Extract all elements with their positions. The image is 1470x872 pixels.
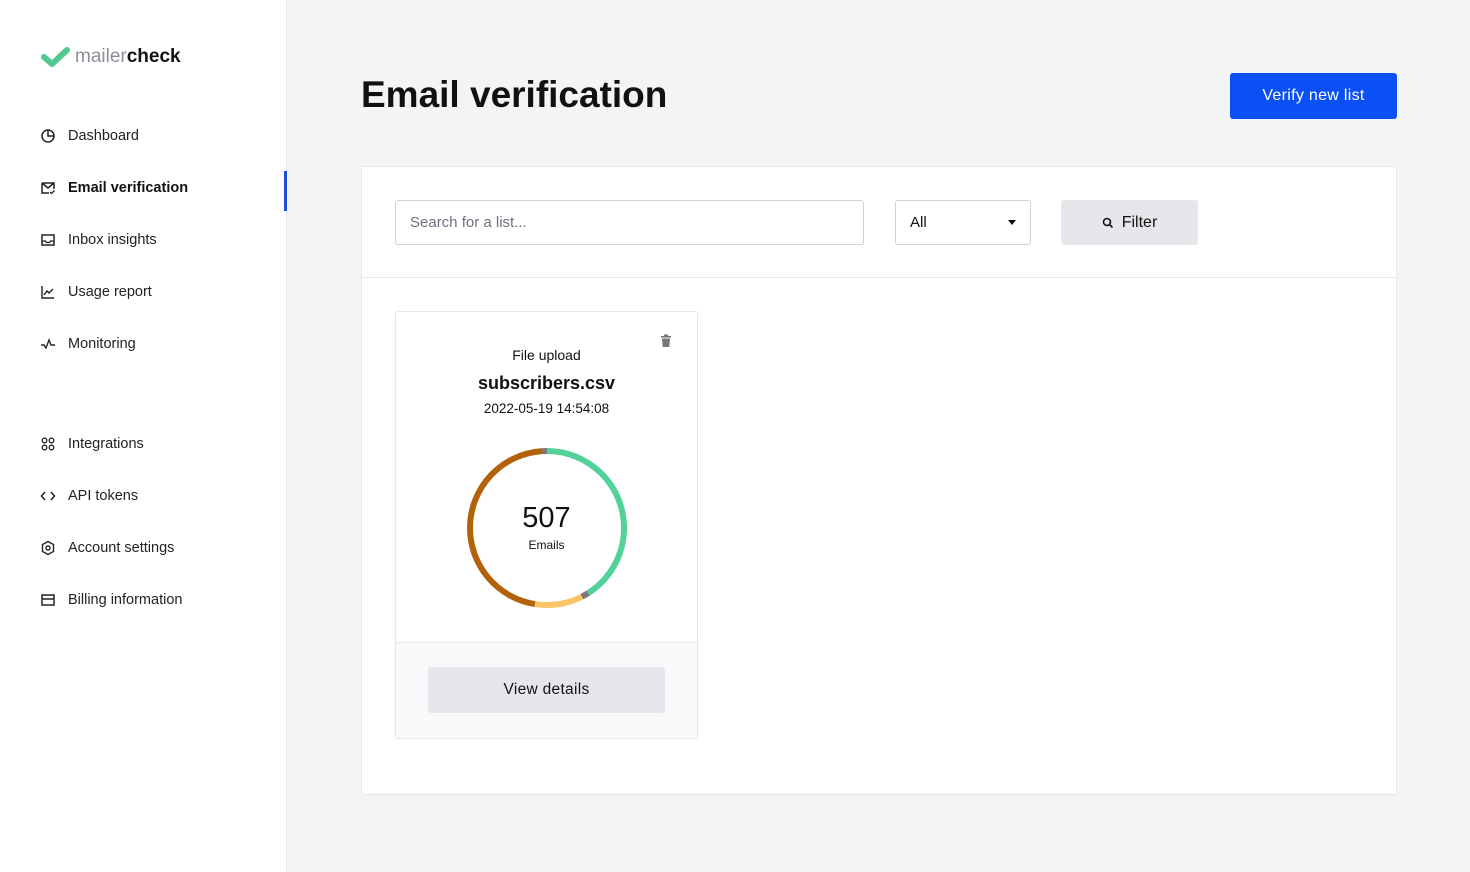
sidebar-item-label: Inbox insights (68, 232, 157, 248)
status-select[interactable]: All (895, 200, 1031, 245)
line-chart-icon (41, 286, 54, 299)
sidebar-item-usage-report[interactable]: Usage report (40, 284, 152, 300)
sidebar-item-label: Monitoring (68, 336, 136, 352)
logo[interactable]: mailercheck (40, 46, 181, 68)
sidebar-item-label: Usage report (68, 284, 152, 300)
search-icon (1102, 217, 1113, 228)
email-count: 507 (522, 502, 571, 534)
caret-down-icon (1008, 220, 1016, 225)
logo-text-check: check (126, 46, 181, 67)
card-filename: subscribers.csv (477, 373, 616, 393)
toolbar: All Filter (362, 167, 1396, 278)
filter-button[interactable]: Filter (1061, 200, 1198, 245)
code-icon (40, 491, 56, 501)
list-card: File upload subscribers.csv 2022-05-19 1… (395, 311, 698, 739)
view-details-button[interactable]: View details (428, 667, 665, 713)
card-footer: View details (396, 642, 697, 738)
grid-icon (41, 437, 55, 451)
sidebar-item-label: API tokens (68, 488, 139, 504)
pie-chart-icon (41, 129, 55, 143)
mail-check-icon (41, 182, 55, 195)
email-count-label: Emails (528, 538, 565, 552)
inbox-icon (41, 234, 55, 246)
active-indicator (284, 171, 287, 211)
sidebar-item-label: Account settings (68, 540, 175, 556)
filter-label: Filter (1121, 213, 1158, 231)
verify-new-list-button[interactable]: Verify new list (1230, 73, 1397, 119)
sidebar-item-account-settings[interactable]: Account settings (40, 540, 174, 556)
page-title: Email verification (361, 74, 668, 115)
sidebar-item-dashboard[interactable]: Dashboard (40, 128, 139, 144)
sidebar-item-email-verification[interactable]: Email verification (40, 180, 188, 196)
card-date: 2022-05-19 14:54:08 (483, 401, 610, 416)
logo-text-mailer: mailer (75, 46, 127, 67)
sidebar-item-label: Integrations (68, 436, 144, 452)
sidebar-item-inbox-insights[interactable]: Inbox insights (40, 232, 157, 248)
sidebar-item-label: Billing information (68, 592, 183, 608)
credit-card-icon (41, 594, 55, 606)
sidebar-item-monitoring[interactable]: Monitoring (40, 336, 136, 352)
sidebar-item-label: Dashboard (68, 128, 139, 144)
sidebar-item-billing-information[interactable]: Billing information (40, 592, 182, 608)
sidebar-item-label: Email verification (68, 180, 189, 196)
sidebar-item-api-tokens[interactable]: API tokens (40, 488, 138, 504)
search-input[interactable] (395, 200, 864, 245)
sidebar-item-integrations[interactable]: Integrations (40, 436, 144, 452)
trash-icon[interactable] (660, 334, 672, 348)
checkmark-logo-icon (41, 47, 70, 67)
sidebar: mailercheck Dashboard Email verification I… (0, 0, 287, 872)
activity-icon (41, 338, 55, 350)
lists-panel: All Filter File upload subscribers.csv 2… (361, 166, 1397, 795)
select-value: All (910, 214, 927, 231)
gear-icon (41, 540, 55, 556)
card-type: File upload (512, 347, 581, 363)
